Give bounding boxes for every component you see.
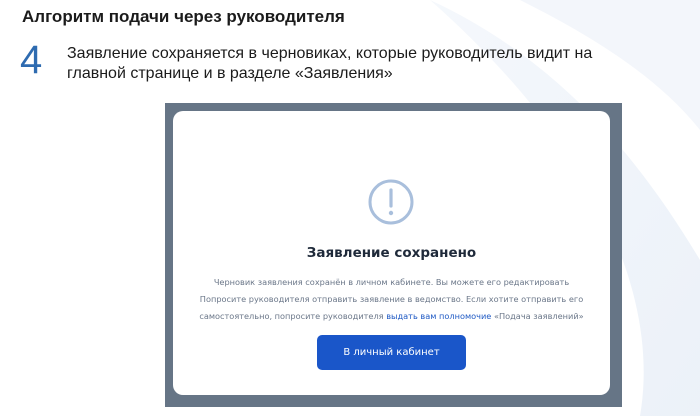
step-number: 4 [20,38,43,82]
dialog-body-line: Попросите руководителя отправить заявлен… [199,294,584,304]
screenshot-frame: Заявление сохранено Черновик заявления с… [165,103,622,407]
step-description: Заявление сохраняется в черновиках, кото… [67,45,593,82]
dialog-body: Черновик заявления сохранён в личном каб… [187,274,596,325]
grant-authority-link[interactable]: выдать вам полномочие [386,311,491,321]
saved-dialog: Заявление сохранено Черновик заявления с… [173,111,610,395]
dialog-body-line: самостоятельно, попросите руководителя в… [187,308,596,325]
personal-cabinet-button[interactable]: В личный кабинет [317,335,466,370]
slide-title: Алгоритм подачи через руководителя [22,7,345,26]
dialog-body-text: «Подача заявлений» [491,311,584,321]
exclamation-circle-icon [368,179,414,225]
dialog-body-text: самостоятельно, попросите руководителя [199,311,387,321]
dialog-title: Заявление сохранено [306,245,477,261]
dialog-body-line: Черновик заявления сохранён в личном каб… [213,277,570,287]
